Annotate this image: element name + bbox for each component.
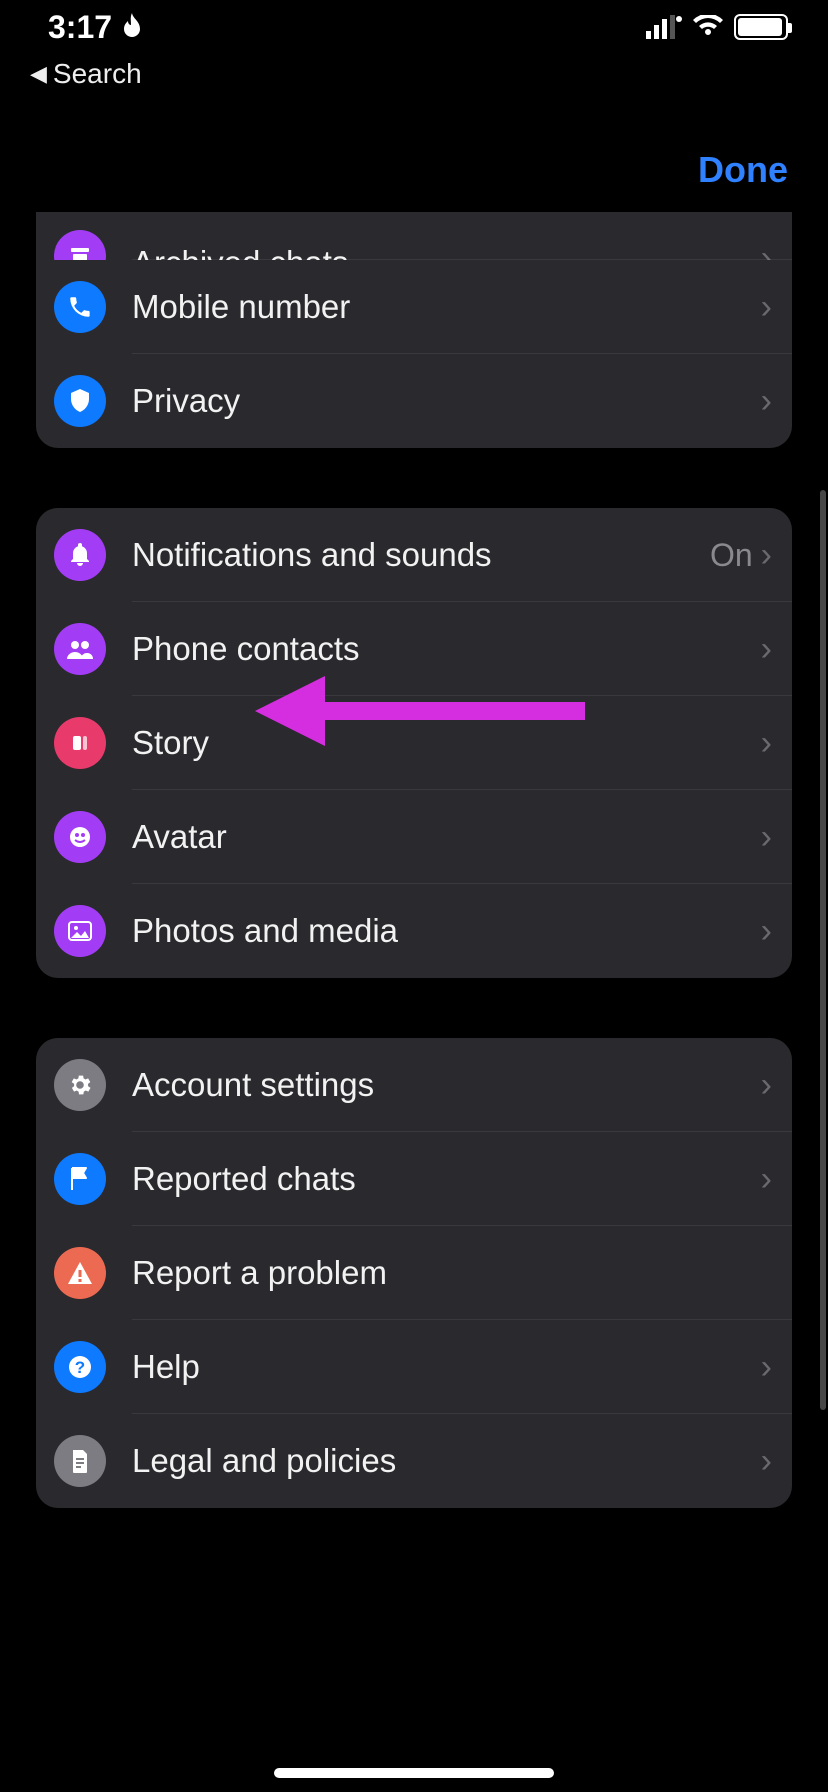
help-label: Help <box>132 1348 761 1386</box>
settings-section-1: Archived chats › Mobile number › Privacy… <box>36 212 792 448</box>
row-phone-contacts[interactable]: Phone contacts › <box>36 602 792 696</box>
back-to-search[interactable]: ◀ Search <box>0 58 828 90</box>
chevron-right-icon: › <box>761 382 792 421</box>
chevron-right-icon: › <box>761 1160 792 1199</box>
photo-icon <box>54 905 106 957</box>
chevron-right-icon: › <box>761 239 792 260</box>
document-icon <box>54 1435 106 1487</box>
row-story[interactable]: Story › <box>36 696 792 790</box>
chevron-right-icon: › <box>761 818 792 857</box>
contacts-icon <box>54 623 106 675</box>
chevron-right-icon: › <box>761 1348 792 1387</box>
legal-label: Legal and policies <box>132 1442 761 1480</box>
wifi-icon <box>692 15 724 39</box>
chevron-right-icon: › <box>761 1066 792 1105</box>
archived-label: Archived chats <box>132 244 761 260</box>
chevron-right-icon: › <box>761 724 792 763</box>
notifications-label: Notifications and sounds <box>132 536 710 574</box>
cellular-icon <box>646 15 682 39</box>
status-right <box>646 14 788 40</box>
reported-label: Reported chats <box>132 1160 761 1198</box>
bell-icon <box>54 529 106 581</box>
row-privacy[interactable]: Privacy › <box>36 354 792 448</box>
row-archived-chats[interactable]: Archived chats › <box>36 212 792 260</box>
chevron-right-icon: › <box>761 536 792 575</box>
mobile-label: Mobile number <box>132 288 761 326</box>
privacy-label: Privacy <box>132 382 761 420</box>
back-search-label: Search <box>53 58 142 90</box>
row-legal[interactable]: Legal and policies › <box>36 1414 792 1508</box>
contacts-label: Phone contacts <box>132 630 761 668</box>
help-icon: ? <box>54 1341 106 1393</box>
status-left: 3:17 <box>48 9 144 46</box>
row-avatar[interactable]: Avatar › <box>36 790 792 884</box>
row-account-settings[interactable]: Account settings › <box>36 1038 792 1132</box>
battery-icon <box>734 14 788 40</box>
photos-label: Photos and media <box>132 912 761 950</box>
status-bar: 3:17 <box>0 0 828 54</box>
row-notifications[interactable]: Notifications and sounds On › <box>36 508 792 602</box>
report-label: Report a problem <box>132 1254 792 1292</box>
phone-icon <box>54 281 106 333</box>
story-label: Story <box>132 724 761 762</box>
avatar-label: Avatar <box>132 818 761 856</box>
back-triangle-icon: ◀ <box>30 61 47 87</box>
avatar-icon <box>54 811 106 863</box>
row-report-problem[interactable]: Report a problem <box>36 1226 792 1320</box>
done-button[interactable]: Done <box>698 149 788 191</box>
shield-icon <box>54 375 106 427</box>
story-icon <box>54 717 106 769</box>
status-time: 3:17 <box>48 9 112 46</box>
chevron-right-icon: › <box>761 288 792 327</box>
row-help[interactable]: ? Help › <box>36 1320 792 1414</box>
row-photos-media[interactable]: Photos and media › <box>36 884 792 978</box>
home-indicator[interactable] <box>274 1768 554 1778</box>
row-reported-chats[interactable]: Reported chats › <box>36 1132 792 1226</box>
chevron-right-icon: › <box>761 912 792 951</box>
settings-section-3: Account settings › Reported chats › Repo… <box>36 1038 792 1508</box>
chevron-right-icon: › <box>761 1442 792 1481</box>
notifications-value: On <box>710 537 753 574</box>
scroll-indicator[interactable] <box>820 490 826 1410</box>
settings-section-2: Notifications and sounds On › Phone cont… <box>36 508 792 978</box>
archive-icon <box>54 230 106 260</box>
chevron-right-icon: › <box>761 630 792 669</box>
warning-icon <box>54 1247 106 1299</box>
row-mobile-number[interactable]: Mobile number › <box>36 260 792 354</box>
svg-text:?: ? <box>75 1358 85 1377</box>
gear-icon <box>54 1059 106 1111</box>
flag-icon <box>54 1153 106 1205</box>
account-label: Account settings <box>132 1066 761 1104</box>
sheet-header: Done <box>0 120 828 220</box>
flame-icon <box>120 13 144 41</box>
